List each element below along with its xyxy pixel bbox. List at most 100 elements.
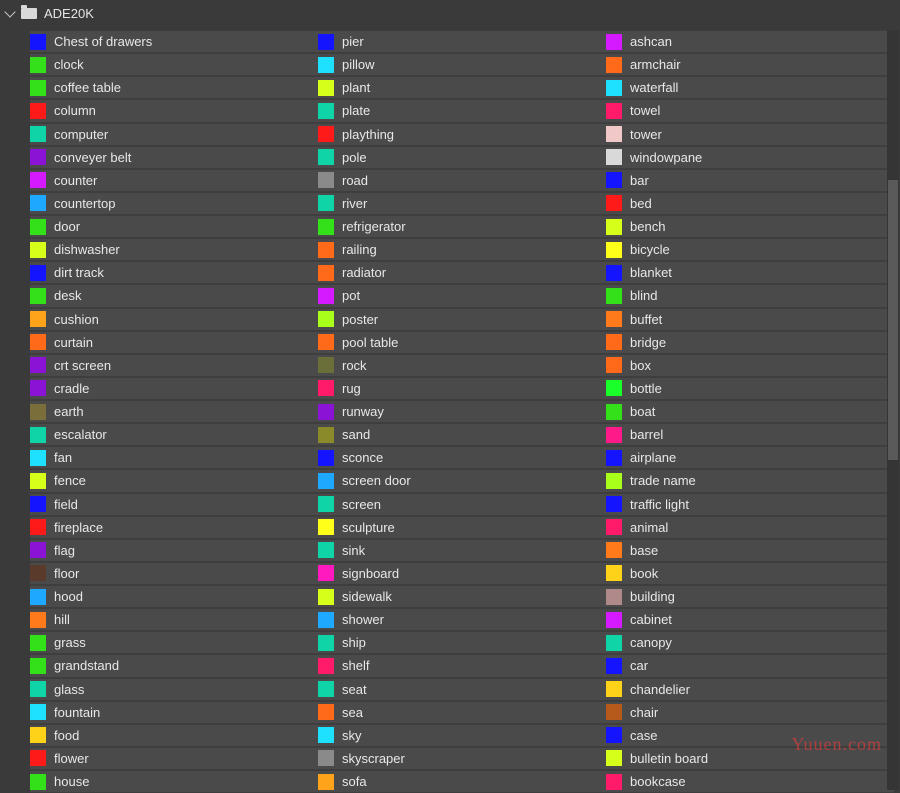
- class-row[interactable]: ship: [318, 631, 606, 654]
- class-row[interactable]: rug: [318, 377, 606, 400]
- class-row[interactable]: shower: [318, 608, 606, 631]
- class-row[interactable]: sculpture: [318, 516, 606, 539]
- class-row[interactable]: cradle: [30, 377, 318, 400]
- class-row[interactable]: grass: [30, 631, 318, 654]
- class-row[interactable]: sink: [318, 539, 606, 562]
- class-row[interactable]: flower: [30, 747, 318, 770]
- class-row[interactable]: poster: [318, 308, 606, 331]
- class-row[interactable]: sofa: [318, 770, 606, 793]
- class-row[interactable]: house: [30, 770, 318, 793]
- class-row[interactable]: column: [30, 99, 318, 122]
- scrollbar-thumb[interactable]: [888, 180, 898, 460]
- class-row[interactable]: chair: [606, 701, 894, 724]
- class-row[interactable]: clock: [30, 53, 318, 76]
- class-row[interactable]: blanket: [606, 261, 894, 284]
- class-row[interactable]: seat: [318, 678, 606, 701]
- class-row[interactable]: food: [30, 724, 318, 747]
- class-row[interactable]: rock: [318, 354, 606, 377]
- class-row[interactable]: fan: [30, 446, 318, 469]
- class-row[interactable]: barrel: [606, 423, 894, 446]
- class-row[interactable]: hood: [30, 585, 318, 608]
- class-row[interactable]: cabinet: [606, 608, 894, 631]
- class-row[interactable]: escalator: [30, 423, 318, 446]
- class-row[interactable]: bicycle: [606, 238, 894, 261]
- class-row[interactable]: ashcan: [606, 30, 894, 53]
- class-row[interactable]: bottle: [606, 377, 894, 400]
- class-row[interactable]: bridge: [606, 331, 894, 354]
- class-row[interactable]: traffic light: [606, 493, 894, 516]
- class-row[interactable]: pot: [318, 284, 606, 307]
- class-row[interactable]: Chest of drawers: [30, 30, 318, 53]
- class-row[interactable]: blind: [606, 284, 894, 307]
- class-row[interactable]: skyscraper: [318, 747, 606, 770]
- class-row[interactable]: sky: [318, 724, 606, 747]
- class-row[interactable]: coffee table: [30, 76, 318, 99]
- class-row[interactable]: glass: [30, 678, 318, 701]
- class-row[interactable]: door: [30, 215, 318, 238]
- class-row[interactable]: fountain: [30, 701, 318, 724]
- class-row[interactable]: screen: [318, 493, 606, 516]
- class-row[interactable]: desk: [30, 284, 318, 307]
- class-row[interactable]: sand: [318, 423, 606, 446]
- class-row[interactable]: computer: [30, 123, 318, 146]
- class-row[interactable]: pillow: [318, 53, 606, 76]
- class-row[interactable]: curtain: [30, 331, 318, 354]
- class-row[interactable]: building: [606, 585, 894, 608]
- class-row[interactable]: dirt track: [30, 261, 318, 284]
- class-row[interactable]: boat: [606, 400, 894, 423]
- class-row[interactable]: hill: [30, 608, 318, 631]
- class-row[interactable]: cushion: [30, 308, 318, 331]
- class-row[interactable]: bookcase: [606, 770, 894, 793]
- class-row[interactable]: plaything: [318, 123, 606, 146]
- class-row[interactable]: chandelier: [606, 678, 894, 701]
- class-row[interactable]: dishwasher: [30, 238, 318, 261]
- tree-folder-header[interactable]: ADE20K: [0, 0, 900, 26]
- class-row[interactable]: grandstand: [30, 654, 318, 677]
- class-row[interactable]: sidewalk: [318, 585, 606, 608]
- class-row[interactable]: bed: [606, 192, 894, 215]
- class-row[interactable]: railing: [318, 238, 606, 261]
- class-row[interactable]: case: [606, 724, 894, 747]
- class-row[interactable]: airplane: [606, 446, 894, 469]
- class-row[interactable]: windowpane: [606, 146, 894, 169]
- class-row[interactable]: crt screen: [30, 354, 318, 377]
- class-row[interactable]: refrigerator: [318, 215, 606, 238]
- class-row[interactable]: trade name: [606, 469, 894, 492]
- class-row[interactable]: pool table: [318, 331, 606, 354]
- class-row[interactable]: tower: [606, 123, 894, 146]
- class-row[interactable]: flag: [30, 539, 318, 562]
- vertical-scrollbar[interactable]: [887, 30, 899, 790]
- class-row[interactable]: bulletin board: [606, 747, 894, 770]
- class-row[interactable]: sconce: [318, 446, 606, 469]
- class-row[interactable]: car: [606, 654, 894, 677]
- class-row[interactable]: river: [318, 192, 606, 215]
- class-row[interactable]: bar: [606, 169, 894, 192]
- class-row[interactable]: waterfall: [606, 76, 894, 99]
- class-row[interactable]: box: [606, 354, 894, 377]
- class-row[interactable]: screen door: [318, 469, 606, 492]
- class-row[interactable]: radiator: [318, 261, 606, 284]
- class-row[interactable]: sea: [318, 701, 606, 724]
- class-row[interactable]: shelf: [318, 654, 606, 677]
- class-row[interactable]: pole: [318, 146, 606, 169]
- class-row[interactable]: plate: [318, 99, 606, 122]
- class-row[interactable]: armchair: [606, 53, 894, 76]
- class-row[interactable]: fence: [30, 469, 318, 492]
- class-row[interactable]: canopy: [606, 631, 894, 654]
- class-row[interactable]: animal: [606, 516, 894, 539]
- class-row[interactable]: countertop: [30, 192, 318, 215]
- class-row[interactable]: earth: [30, 400, 318, 423]
- class-row[interactable]: buffet: [606, 308, 894, 331]
- class-row[interactable]: field: [30, 493, 318, 516]
- class-row[interactable]: fireplace: [30, 516, 318, 539]
- class-row[interactable]: base: [606, 539, 894, 562]
- class-row[interactable]: counter: [30, 169, 318, 192]
- class-row[interactable]: road: [318, 169, 606, 192]
- class-row[interactable]: towel: [606, 99, 894, 122]
- class-row[interactable]: book: [606, 562, 894, 585]
- class-row[interactable]: bench: [606, 215, 894, 238]
- class-row[interactable]: floor: [30, 562, 318, 585]
- class-row[interactable]: pier: [318, 30, 606, 53]
- class-row[interactable]: runway: [318, 400, 606, 423]
- class-row[interactable]: conveyer belt: [30, 146, 318, 169]
